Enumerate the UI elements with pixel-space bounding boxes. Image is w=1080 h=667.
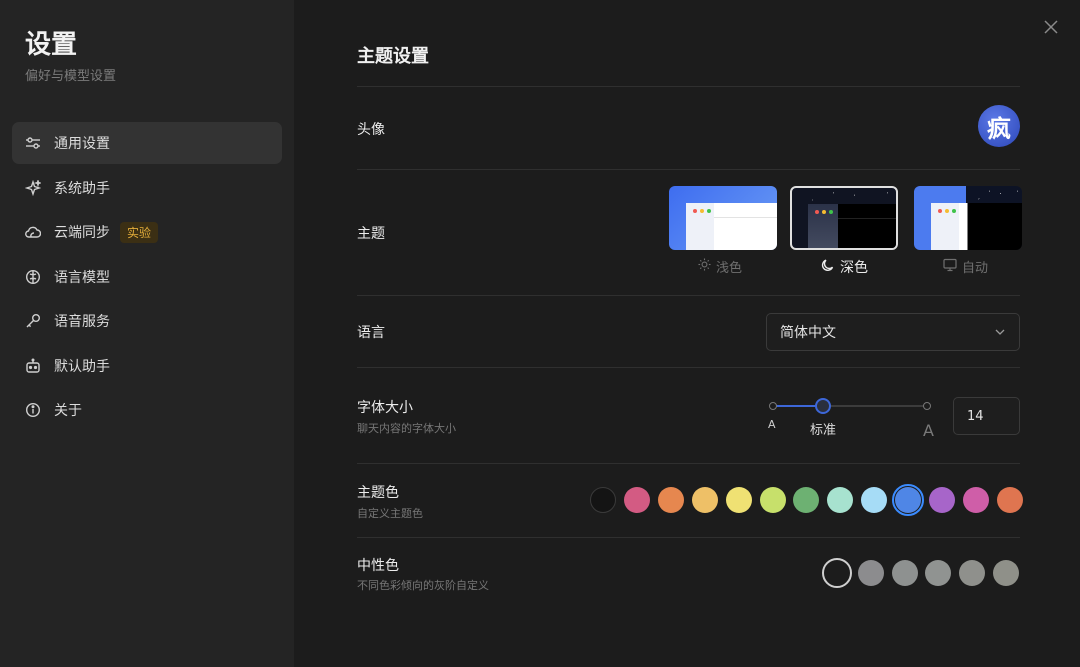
neutral-color-swatch[interactable]	[822, 558, 852, 588]
font-size-label: 字体大小	[357, 400, 413, 416]
sidebar-item-label: 默认助手	[54, 358, 110, 375]
theme-color-label: 主题色	[357, 485, 399, 501]
theme-option-label: 深色	[840, 260, 868, 276]
sidebar-item-language-model[interactable]: 语言模型	[12, 256, 282, 298]
sidebar-title: 设置	[25, 30, 78, 60]
close-icon[interactable]	[1040, 16, 1062, 38]
sidebar-item-system-assistant[interactable]: 系统助手	[12, 167, 282, 209]
theme-color-swatch[interactable]	[623, 487, 650, 513]
neutral-color-swatch[interactable]	[993, 560, 1019, 586]
sidebar-subtitle: 偏好与模型设置	[25, 69, 117, 84]
sidebar-item-label: 系统助手	[54, 180, 110, 197]
language-select-value: 简体中文	[780, 325, 836, 341]
sidebar-item-general[interactable]: 通用设置	[12, 122, 282, 164]
theme-color-swatch[interactable]	[827, 487, 854, 513]
avatar-label: 头像	[357, 122, 385, 138]
cloud-icon	[25, 224, 41, 240]
neutral-color-swatch[interactable]	[959, 560, 986, 586]
avatar[interactable]: 疯	[978, 105, 1020, 147]
robot-icon	[25, 358, 41, 374]
info-icon	[25, 402, 41, 418]
sidebar-item-voice-service[interactable]: 语音服务	[12, 300, 282, 342]
theme-label: 主题	[357, 226, 385, 242]
main-panel: 主题设置 头像 疯 主题 浅色 深色 自动 语言 简体中文 字体大小 聊天内容的…	[357, 0, 1023, 667]
moon-icon	[821, 258, 835, 276]
font-size-input[interactable]	[953, 397, 1020, 435]
sidebar: 设置 偏好与模型设置 通用设置 系统助手 云端同步 实验 语言模型 语音服务 默…	[0, 0, 294, 667]
divider	[357, 86, 1020, 87]
chevron-down-icon	[993, 325, 1007, 343]
sidebar-item-label: 通用设置	[54, 136, 110, 152]
sidebar-nav: 通用设置 系统助手 云端同步 实验 语言模型 语音服务 默认助手 关于	[12, 122, 282, 434]
language-select[interactable]: 简体中文	[766, 313, 1020, 351]
sidebar-item-label: 云端同步	[54, 225, 110, 241]
theme-color-swatch[interactable]	[590, 487, 616, 513]
font-size-slider[interactable]	[769, 398, 931, 414]
divider	[357, 463, 1020, 464]
dark-window-preview	[808, 204, 896, 248]
theme-color-swatch[interactable]	[793, 487, 820, 513]
font-size-desc: 聊天内容的字体大小	[357, 422, 456, 435]
slider-thumb[interactable]	[815, 398, 832, 414]
sparkle-icon	[25, 179, 41, 196]
divider	[357, 537, 1020, 538]
page-title: 主题设置	[357, 46, 429, 67]
neutral-color-label: 中性色	[357, 558, 399, 574]
sliders-icon	[25, 135, 41, 151]
small-font-marker: A	[768, 418, 776, 431]
neutral-color-swatch[interactable]	[925, 560, 952, 586]
theme-color-swatch[interactable]	[892, 484, 925, 516]
sidebar-item-label: 语音服务	[54, 314, 110, 330]
theme-option-label: 自动	[962, 261, 989, 276]
divider	[357, 367, 1020, 368]
divider	[357, 169, 1020, 170]
large-font-marker: A	[923, 421, 934, 440]
theme-color-swatch[interactable]	[691, 487, 718, 513]
experimental-badge: 实验	[120, 221, 159, 243]
theme-color-swatch[interactable]	[996, 487, 1023, 513]
monitor-icon	[943, 258, 957, 276]
theme-option-auto[interactable]: 自动	[943, 257, 988, 276]
auto-window-preview	[931, 203, 1022, 250]
neutral-color-swatch[interactable]	[857, 560, 884, 586]
theme-card-light[interactable]	[669, 186, 777, 250]
sidebar-item-default-assistant[interactable]: 默认助手	[12, 345, 282, 387]
divider	[357, 295, 1020, 296]
theme-option-dark[interactable]: 深色	[821, 257, 868, 277]
theme-option-light[interactable]: 浅色	[698, 257, 742, 276]
theme-color-swatch[interactable]	[725, 487, 752, 513]
key-icon	[25, 313, 41, 329]
theme-card-dark[interactable]	[790, 186, 898, 250]
theme-color-swatch[interactable]	[657, 487, 684, 513]
sun-icon	[698, 258, 711, 275]
font-size-preset-label: 标准	[810, 423, 837, 438]
sidebar-item-label: 语言模型	[54, 269, 110, 286]
sidebar-item-about[interactable]: 关于	[12, 389, 282, 431]
theme-color-swatch[interactable]	[929, 487, 955, 513]
theme-color-swatch[interactable]	[759, 487, 786, 513]
theme-option-label: 浅色	[716, 261, 743, 276]
language-label: 语言	[357, 325, 385, 341]
avatar-char: 疯	[987, 113, 1011, 143]
brain-icon	[25, 269, 41, 285]
sidebar-item-label: 关于	[54, 403, 82, 419]
theme-color-swatch[interactable]	[861, 487, 888, 513]
light-window-preview	[686, 203, 777, 250]
neutral-color-desc: 不同色彩倾向的灰阶自定义	[357, 579, 489, 592]
theme-color-desc: 自定义主题色	[357, 507, 423, 520]
theme-color-swatch[interactable]	[962, 487, 989, 513]
theme-card-auto[interactable]	[914, 186, 1022, 250]
sidebar-item-cloud-sync[interactable]: 云端同步 实验	[12, 211, 282, 253]
neutral-color-swatch[interactable]	[891, 560, 918, 586]
